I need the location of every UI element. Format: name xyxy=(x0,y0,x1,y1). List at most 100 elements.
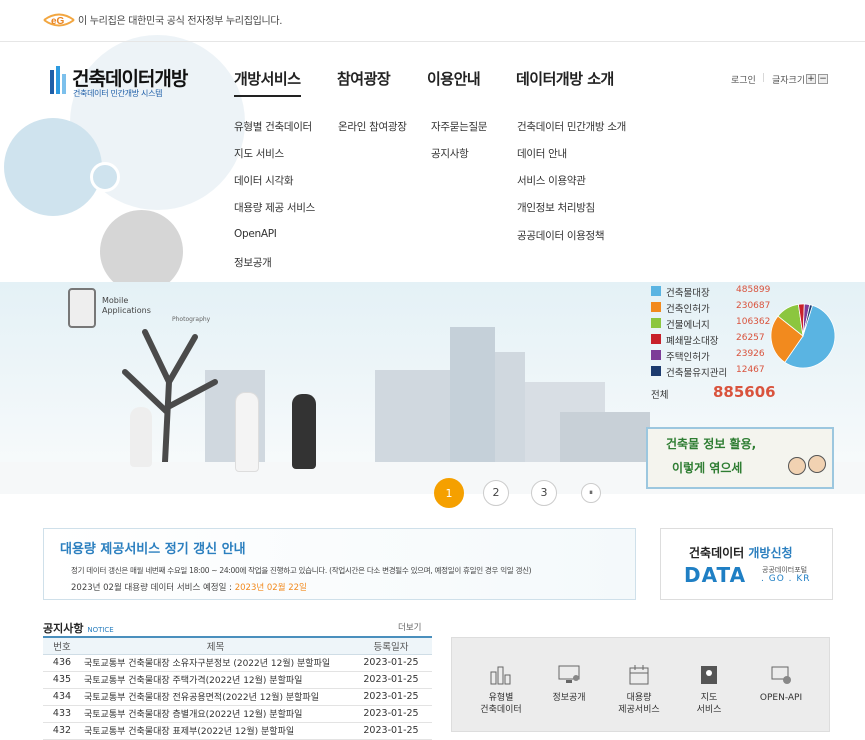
quick-bulk-service[interactable]: 대용량 제공서비스 xyxy=(609,664,669,716)
notices-title-en: NOTICE xyxy=(87,626,114,634)
gov-banner: eG 이 누리집은 대한민국 공식 전자정부 누리집입니다. xyxy=(0,0,865,42)
decor-circle xyxy=(4,118,102,216)
gnb-participation[interactable]: 참여광장 xyxy=(337,68,391,89)
row-no: 432 xyxy=(43,722,81,740)
font-size-label: 글자크기 xyxy=(772,76,806,86)
submenu-item[interactable]: 유형별 건축데이터 xyxy=(234,119,312,134)
stats-pie-chart xyxy=(770,303,836,369)
person-figure xyxy=(292,394,316,469)
quick-building-data[interactable]: 유형별 건축데이터 xyxy=(471,664,531,716)
api-icon xyxy=(771,666,791,684)
legend-swatch xyxy=(651,318,661,328)
stat-value: 485899 xyxy=(736,285,771,295)
notice-banner-line: 정기 데이터 갱신은 매월 네번째 수요일 18:00 ~ 24:00에 작업을… xyxy=(71,566,532,575)
total-label: 전체 xyxy=(651,390,669,401)
row-title[interactable]: 국토교통부 건축물대장 층별개요(2022년 12월) 분할파일 xyxy=(81,705,350,723)
pause-button[interactable]: ⏸ xyxy=(581,483,601,503)
notice-banner[interactable]: 대용량 제공서비스 정기 갱신 안내 정기 데이터 갱신은 매월 네번째 수요일… xyxy=(43,528,636,600)
table-row[interactable]: 433 국토교통부 건축물대장 층별개요(2022년 12월) 분할파일 2023-… xyxy=(43,705,432,723)
submenu-item[interactable]: 온라인 참여광장 xyxy=(338,119,407,134)
submenu-item[interactable]: 데이터 안내 xyxy=(517,146,567,161)
submenu-item[interactable]: 대용량 제공 서비스 xyxy=(234,200,315,215)
submenu-item[interactable]: 서비스 이용약관 xyxy=(517,173,586,188)
apply-title-a: 건축데이터 xyxy=(689,546,745,560)
quick-open-api[interactable]: OPEN-API xyxy=(751,664,811,704)
stat-value: 230687 xyxy=(736,301,771,311)
promo-banner[interactable]: 건축물 정보 활용, 이렇게 엮으세 xyxy=(646,427,834,489)
stat-value: 23926 xyxy=(736,349,765,359)
building-chart-icon xyxy=(490,666,511,685)
gnb-about[interactable]: 데이터개방 소개 xyxy=(516,68,614,89)
photography-label: Photography xyxy=(172,316,211,323)
quick-label: 정보공개 xyxy=(552,693,586,703)
table-row[interactable]: 434 국토교통부 건축물대장 전유공용면적(2022년 12월) 분할파일 202… xyxy=(43,688,432,706)
row-title[interactable]: 국토교통부 건축물대장 소유자구분정보 (2022년 12월) 분할파일 xyxy=(81,654,350,672)
egov-logo-icon: eG xyxy=(43,13,75,27)
submenu-item[interactable]: OpenAPI xyxy=(234,228,277,240)
col-header: 번호 xyxy=(43,636,81,655)
col-header: 등록일자 xyxy=(350,636,432,655)
calendar-icon xyxy=(629,665,649,685)
zoom-in-button[interactable]: + xyxy=(806,74,816,84)
submenu-item[interactable]: 공공데이터 이용정책 xyxy=(517,228,605,243)
table-row[interactable]: 432 국토교통부 건축물대장 표제부(2022년 12월) 분할파일 2023-0… xyxy=(43,722,432,740)
decor-ring xyxy=(90,162,120,192)
row-title[interactable]: 국토교통부 건축물대장 전유공용면적(2022년 12월) 분할파일 xyxy=(81,688,350,706)
logo-title: 건축데이터개방 xyxy=(72,68,188,90)
cartoon-face xyxy=(788,457,806,475)
submenu-item[interactable]: 자주묻는질문 xyxy=(431,119,487,134)
row-no: 433 xyxy=(43,705,81,723)
login-link[interactable]: 로그인 xyxy=(731,73,756,86)
quick-label: OPEN-API xyxy=(759,693,803,703)
legend-swatch xyxy=(651,350,661,360)
stat-label: 건축물유지관리 xyxy=(666,368,728,379)
data-apply-banner[interactable]: 건축데이터 개방신청 DATA 공공데이터포털 . GO . KR xyxy=(660,528,833,600)
row-date: 2023-01-25 xyxy=(350,688,432,706)
person-figure xyxy=(235,392,259,472)
promo-text: 이렇게 엮으세 xyxy=(672,461,743,475)
slide-dot-1[interactable]: 1 xyxy=(434,478,464,508)
decor-circle xyxy=(100,210,183,293)
slide-dot-2[interactable]: 2 xyxy=(483,480,509,506)
notice-banner-title: 대용량 제공서비스 정기 갱신 안내 xyxy=(60,542,246,557)
col-header: 제목 xyxy=(81,636,350,655)
row-date: 2023-01-25 xyxy=(350,671,432,689)
gnb-open-service[interactable]: 개방서비스 xyxy=(234,68,301,97)
quick-label: 유형별 건축데이터 xyxy=(480,693,522,715)
row-title[interactable]: 국토교통부 건축물대장 표제부(2022년 12월) 분할파일 xyxy=(81,722,350,740)
stat-value: 106362 xyxy=(736,317,771,327)
submenu-item[interactable]: 정보공개 xyxy=(234,255,272,270)
submenu-item[interactable]: 공지사항 xyxy=(431,146,469,161)
stat-label: 폐쇄말소대장 xyxy=(666,336,719,347)
quick-info-disclosure[interactable]: 정보공개 xyxy=(539,664,599,704)
submenu-item[interactable]: 데이터 시각화 xyxy=(234,173,294,188)
person-figure xyxy=(130,407,152,467)
stat-value: 26257 xyxy=(736,333,765,343)
submenu-item[interactable]: 개인정보 처리방침 xyxy=(517,200,595,215)
notices-heading: 공지사항 NOTICE xyxy=(43,620,114,636)
legend-swatch xyxy=(651,302,661,312)
quick-label: 지도 서비스 xyxy=(696,693,722,715)
table-row[interactable]: 436 국토교통부 건축물대장 소유자구분정보 (2022년 12월) 분할파일 2… xyxy=(43,654,432,672)
gnb-guide[interactable]: 이용안내 xyxy=(427,68,481,89)
zoom-out-button[interactable]: − xyxy=(818,74,828,84)
quick-map-service[interactable]: 지도 서비스 xyxy=(679,664,739,716)
gov-banner-text: 이 누리집은 대한민국 공식 전자정부 누리집입니다. xyxy=(78,16,283,27)
row-no: 435 xyxy=(43,671,81,689)
notice-prefix: 2023년 02월 대용량 데이터 서비스 예정일 : xyxy=(71,583,235,593)
mobile-badge xyxy=(68,288,96,328)
notices-more-link[interactable]: 더보기 xyxy=(398,621,421,633)
submenu-item[interactable]: 지도 서비스 xyxy=(234,146,284,161)
stat-label: 주택인허가 xyxy=(666,352,710,363)
logo-bars-icon xyxy=(50,66,66,94)
svg-text:eG: eG xyxy=(51,16,65,27)
notice-date: 2023년 02월 22일 xyxy=(234,583,307,593)
map-icon xyxy=(701,666,717,684)
row-date: 2023-01-25 xyxy=(350,722,432,740)
row-title[interactable]: 국토교통부 건축물대장 주택가격(2022년 12월) 분할파일 xyxy=(81,671,350,689)
apply-sub2: . GO . KR xyxy=(761,574,811,584)
submenu-item[interactable]: 건축데이터 민간개방 소개 xyxy=(517,119,626,134)
table-row[interactable]: 435 국토교통부 건축물대장 주택가격(2022년 12월) 분할파일 2023-… xyxy=(43,671,432,689)
slide-dot-3[interactable]: 3 xyxy=(531,480,557,506)
apply-title-b: 개방신청 xyxy=(748,546,793,560)
